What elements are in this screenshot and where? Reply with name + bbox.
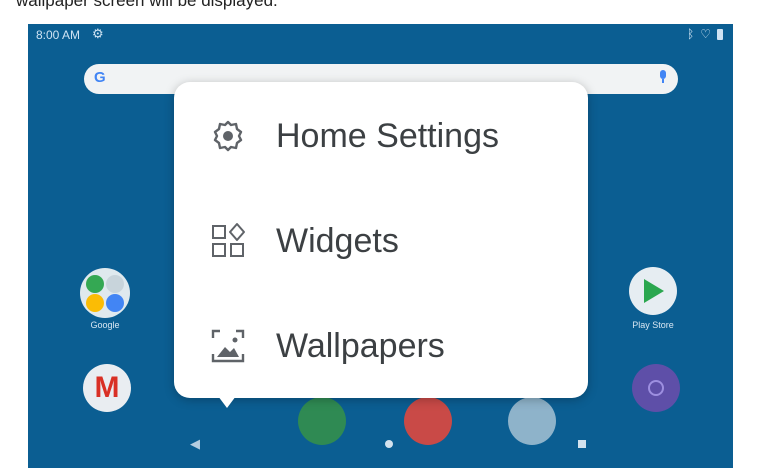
gmail-icon[interactable]: M [83, 364, 131, 412]
status-time: 8:00 AM [36, 28, 81, 42]
status-bar: 8:00 AM ⚙ ᛒ ♡ [28, 24, 733, 46]
settings-gear-icon [213, 120, 243, 152]
wallpaper-icon [211, 329, 245, 363]
bluetooth-icon: ᛒ [687, 27, 695, 41]
play-triangle [644, 279, 664, 303]
status-icons: ᛒ ♡ [687, 27, 723, 41]
folder-app-icon [86, 275, 104, 293]
gear-icon: ⚙ [92, 26, 104, 41]
google-folder-icon[interactable] [80, 268, 130, 318]
battery-icon [717, 28, 723, 40]
widgets-icon [212, 223, 245, 257]
back-icon[interactable]: ◀ [190, 436, 200, 452]
home-button-icon[interactable] [385, 440, 393, 448]
play-store-label: Play Store [632, 320, 674, 330]
folder-app-icon [106, 275, 124, 293]
play-store-icon[interactable] [629, 267, 677, 315]
folder-app-icon [106, 294, 124, 312]
google-folder-label: Google [90, 320, 120, 330]
microphone-icon[interactable] [660, 70, 666, 83]
top-caption: wallpaper screen will be displayed. [16, 0, 278, 10]
menu-item-label: Wallpapers [276, 326, 445, 365]
google-g-icon: G [94, 69, 106, 86]
camera-app-icon[interactable] [632, 364, 680, 412]
recents-icon[interactable] [578, 440, 586, 448]
menu-item-label: Widgets [276, 221, 399, 260]
wifi-icon: ♡ [700, 27, 711, 41]
menu-item-wallpapers[interactable]: Wallpapers [174, 296, 588, 396]
folder-app-icon [86, 294, 104, 312]
navigation-bar: ◀ [28, 424, 733, 468]
menu-pointer [218, 396, 236, 408]
menu-item-label: Home Settings [276, 116, 499, 155]
home-long-press-menu: Home Settings Widgets Wallpapers [174, 82, 588, 398]
menu-item-widgets[interactable]: Widgets [174, 191, 588, 291]
menu-item-home-settings[interactable]: Home Settings [174, 86, 588, 186]
